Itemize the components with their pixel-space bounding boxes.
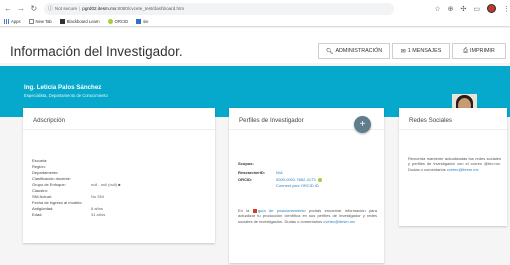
address-bar[interactable]: ⓘ Not secure | pgrd02.itesm.mx :8080/cvc… <box>43 2 395 15</box>
field-label: Grupo de Enfoque: <box>32 182 66 187</box>
blackboard-icon <box>59 19 65 24</box>
bookmark-blackboard[interactable]: Blackboard Learn <box>59 19 100 24</box>
field-label: Fecha de ingreso al modelo: <box>32 200 83 205</box>
pdf-icon <box>252 208 257 213</box>
researcher-id-label: ResearcherID: <box>238 170 266 175</box>
url-host: pgrd02.itesm.mx <box>82 6 117 11</box>
positioning-guide-link[interactable]: guía de posicionamiento <box>258 208 306 213</box>
researcher-id-value[interactable]: N/A <box>276 170 283 175</box>
field-label: SNI Actual: <box>32 194 52 199</box>
messages-label: 1 MENSAJES <box>407 48 442 54</box>
field-value: No SNI <box>91 194 104 199</box>
guide-text-pre: En la <box>238 208 250 213</box>
researcher-name: Ing. Leticia Palos Sánchez <box>24 84 102 91</box>
bookmark-sie[interactable]: sie <box>136 19 148 24</box>
search-icon: 🔍︎ <box>325 48 334 55</box>
toolbar-icons: ☆ ⊕ ✣ ▭ ⋮ <box>434 4 510 13</box>
contact-email-link[interactable]: cvetec@itesm.mx <box>447 167 479 172</box>
orcid-icon <box>317 177 322 182</box>
orcid-connect-link[interactable]: Connect your ORCID iD <box>276 183 319 188</box>
envelope-icon: ✉ <box>400 48 406 55</box>
orcid-number[interactable]: 0000-0002-7682-4173 <box>276 177 316 182</box>
field-value: 8 años <box>91 206 104 211</box>
info-icon[interactable]: ⓘ <box>48 5 53 12</box>
page-icon <box>28 19 34 24</box>
star-icon[interactable]: ☆ <box>434 5 440 13</box>
perfiles-card: Perfiles de Investigador + Scopus: Resea… <box>229 108 384 263</box>
adscripcion-card: Adscripción Escuela: Región: Departament… <box>23 108 215 243</box>
browser-toolbar: ← → ↻ ⓘ Not secure | pgrd02.itesm.mx :80… <box>0 0 510 17</box>
add-profile-button[interactable]: + <box>354 116 371 133</box>
orcid-value[interactable]: 0000-0002-7682-4173 <box>276 177 323 182</box>
back-icon[interactable]: ← <box>3 4 13 14</box>
extension-icon[interactable]: ⊕ <box>448 5 454 13</box>
messages-button[interactable]: ✉ 1 MENSAJES <box>392 43 450 59</box>
print-button[interactable]: ⎙ IMPRIMIR <box>452 43 506 59</box>
contact-email-link[interactable]: cvetec@itesm.mx <box>323 219 355 224</box>
puzzle-icon[interactable]: ✣ <box>460 5 466 13</box>
redes-sociales-card: Redes Sociales Recuerda mantener actuali… <box>399 108 507 226</box>
separator: | <box>79 6 81 11</box>
card-title: Perfiles de Investigador <box>239 117 304 124</box>
field-label: Escuela: <box>32 158 48 163</box>
divider <box>23 129 215 130</box>
field-label: Antigüedad: <box>32 206 54 211</box>
page-header: Información del Investigador. 🔍︎ ADMINIS… <box>0 28 510 63</box>
bookmark-label: New Tab <box>35 19 52 24</box>
profile-avatar-icon[interactable] <box>486 4 496 13</box>
divider <box>399 129 507 130</box>
bookmark-label: Blackboard Learn <box>66 19 100 24</box>
reload-icon[interactable]: ↻ <box>29 4 39 14</box>
security-label: Not secure <box>54 6 78 11</box>
kebab-menu-icon[interactable]: ⋮ <box>503 5 510 13</box>
page-title: Información del Investigador. <box>10 44 183 59</box>
scopus-label: Scopus: <box>238 161 254 166</box>
url-path: :8080/cvcete_test/dashboard.htm <box>116 6 185 11</box>
printer-icon: ⎙ <box>463 47 468 54</box>
bookmark-label: sie <box>143 19 149 24</box>
field-value: 31 años <box>91 212 106 217</box>
card-title: Redes Sociales <box>409 117 452 124</box>
bookmark-label: Apps <box>11 19 21 24</box>
bookmark-new-tab[interactable]: New Tab <box>28 19 52 24</box>
orcid-label: ORCID: <box>238 177 253 182</box>
redes-text: Recuerda mantener actualizadas tus redes… <box>408 156 501 172</box>
field-label: Región: <box>32 164 46 169</box>
researcher-subtitle: Especialista, Departamento de Conocimien… <box>24 93 108 98</box>
field-label: Clasificación docente: <box>32 176 71 181</box>
field-label: Edad: <box>32 212 43 217</box>
field-value: null - null (null) ■ <box>91 182 121 187</box>
field-label: Claustro: <box>32 188 49 193</box>
bookmark-label: ORCID <box>114 19 129 24</box>
field-label: Departamento: <box>32 170 59 175</box>
admin-label: ADMINISTRACIÓN <box>335 48 383 54</box>
card-title: Adscripción <box>33 117 65 124</box>
admin-button[interactable]: 🔍︎ ADMINISTRACIÓN <box>318 43 390 59</box>
bookmark-apps[interactable]: Apps <box>4 19 21 24</box>
cast-icon[interactable]: ▭ <box>473 5 480 13</box>
positioning-guide-text: En la guía de posicionamiento podrás enc… <box>238 208 377 224</box>
apps-icon <box>4 19 9 24</box>
forward-icon[interactable]: → <box>16 4 26 14</box>
sie-icon <box>136 19 142 24</box>
print-label: IMPRIMIR <box>469 48 495 54</box>
bookmarks-bar: Apps New Tab Blackboard Learn ORCID sie <box>0 17 510 27</box>
bookmark-orcid[interactable]: ORCID <box>107 19 129 24</box>
orcid-icon <box>107 19 113 24</box>
